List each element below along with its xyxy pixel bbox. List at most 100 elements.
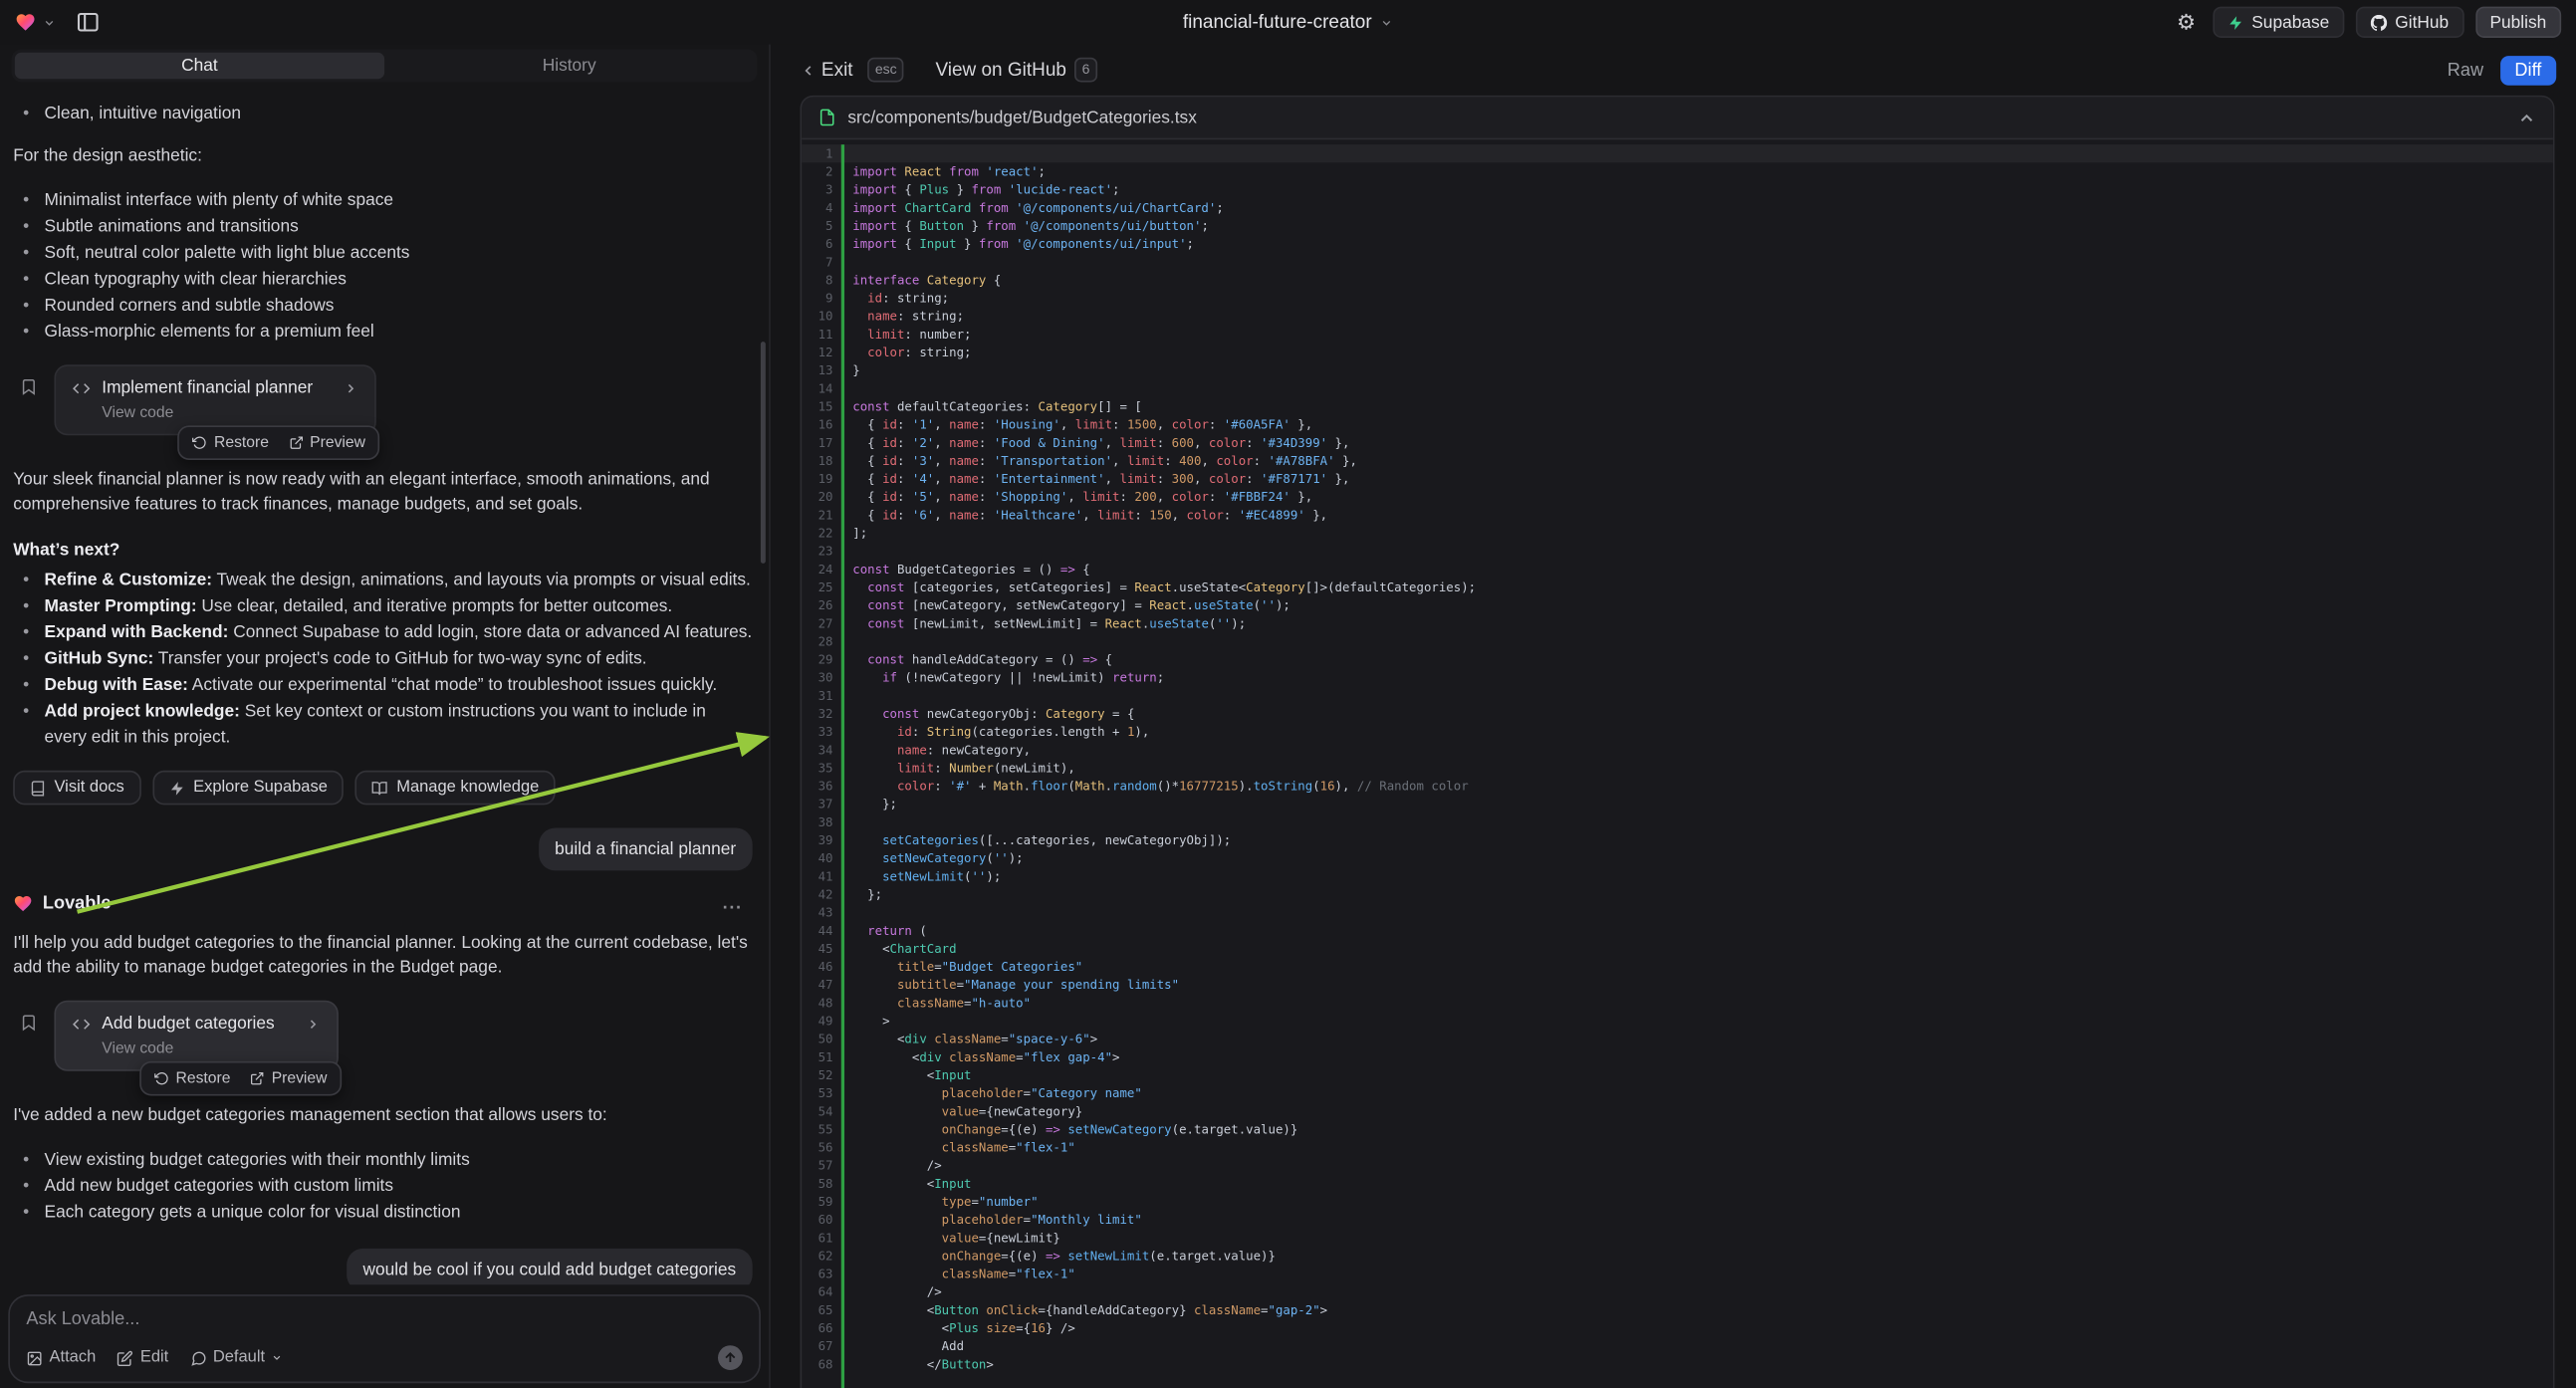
code-line: 27 const [newLimit, setNewLimit] = React… xyxy=(802,614,2553,632)
line-number: 43 xyxy=(802,903,832,921)
code-text: placeholder="Monthly limit" xyxy=(852,1211,1142,1229)
supabase-button[interactable]: Supabase xyxy=(2213,7,2344,38)
code-line: 4 import ChartCard from '@/components/ui/… xyxy=(802,199,2553,217)
line-number: 18 xyxy=(802,452,832,470)
line-number: 16 xyxy=(802,415,832,433)
chat-heading: What’s next? xyxy=(13,541,752,561)
line-number: 52 xyxy=(802,1066,832,1084)
code-text: onChange={(e) => setNewLimit(e.target.va… xyxy=(852,1247,1276,1265)
preview-button[interactable]: Preview xyxy=(240,1066,337,1091)
line-number: 37 xyxy=(802,796,832,813)
code-line: 36 color: '#' + Math.floor(Math.random()… xyxy=(802,777,2553,795)
code-line: 9 id: string; xyxy=(802,289,2553,307)
github-button[interactable]: GitHub xyxy=(2356,7,2463,38)
code-line: 23 xyxy=(802,542,2553,560)
quick-action-row: Visit docs Explore Supabase Manage knowled… xyxy=(13,771,752,806)
manage-knowledge-button[interactable]: Manage knowledge xyxy=(355,771,556,806)
explore-supabase-button[interactable]: Explore Supabase xyxy=(152,771,345,806)
edit-label: Edit xyxy=(140,1349,168,1367)
list-item: Clean, intuitive navigation xyxy=(13,101,752,126)
composer[interactable]: Ask Lovable... Attach Edit xyxy=(8,1294,761,1383)
list-item: Soft, neutral color palette with light b… xyxy=(13,240,752,266)
code-line: 68 </Button> xyxy=(802,1355,2553,1373)
file-header[interactable]: src/components/budget/BudgetCategories.t… xyxy=(802,97,2553,139)
code-line: 33 id: String(categories.length + 1), xyxy=(802,723,2553,741)
esc-shortcut-badge: esc xyxy=(867,58,904,81)
code-line: 25 const [categories, setCategories] = R… xyxy=(802,578,2553,596)
code-line: 15const defaultCategories: Category[] = … xyxy=(802,397,2553,415)
more-options-button[interactable]: ... xyxy=(723,894,743,912)
line-number: 8 xyxy=(802,271,832,289)
send-button[interactable] xyxy=(718,1345,743,1370)
code-text: } xyxy=(852,361,859,379)
line-number: 14 xyxy=(802,379,832,397)
mode-select[interactable]: Default xyxy=(190,1349,284,1367)
code-line: 17 { id: '2', name: 'Food & Dining', lim… xyxy=(802,434,2553,452)
bullet-list: Minimalist interface with plenty of whit… xyxy=(13,187,752,345)
code-icon xyxy=(73,1015,91,1033)
knowledge-icon xyxy=(371,780,387,796)
sidebar-toggle-icon[interactable] xyxy=(76,10,101,35)
view-code-link: View code xyxy=(73,404,359,422)
code-text: id: string; xyxy=(852,289,949,307)
publish-label: Publish xyxy=(2489,12,2546,32)
preview-label: Preview xyxy=(310,434,365,452)
visit-docs-button[interactable]: Visit docs xyxy=(13,771,140,806)
line-number: 36 xyxy=(802,777,832,795)
workspace-menu[interactable] xyxy=(15,12,56,33)
code-text: const [newCategory, setNewCategory] = Re… xyxy=(852,596,1290,614)
code-text: import ChartCard from '@/components/ui/C… xyxy=(852,199,1224,217)
line-number: 61 xyxy=(802,1229,832,1247)
code-text: { id: '1', name: 'Housing', limit: 1500,… xyxy=(852,415,1312,433)
tool-card-wrap: Add budget categoriesView codeRestorePre… xyxy=(54,1001,339,1071)
edit-button[interactable]: Edit xyxy=(117,1349,169,1367)
code-line: 48 className="h-auto" xyxy=(802,994,2553,1012)
code-text: const handleAddCategory = () => { xyxy=(852,650,1112,668)
mode-label: Default xyxy=(213,1349,265,1367)
assistant-name: Lovable xyxy=(43,894,112,914)
tool-card-title: Add budget categories xyxy=(102,1014,274,1034)
line-number: 9 xyxy=(802,289,832,307)
collapse-file-icon[interactable] xyxy=(2517,108,2537,127)
restore-button[interactable]: Restore xyxy=(183,430,279,455)
tab-chat[interactable]: Chat xyxy=(15,53,384,79)
arrow-up-icon xyxy=(723,1350,738,1365)
line-number: 31 xyxy=(802,687,832,705)
line-number: 2 xyxy=(802,162,832,180)
bullet-list: Clean, intuitive navigation xyxy=(13,101,752,126)
preview-button[interactable]: Preview xyxy=(279,430,375,455)
line-number: 4 xyxy=(802,199,832,217)
publish-button[interactable]: Publish xyxy=(2475,7,2562,38)
chat-scrollbar[interactable] xyxy=(761,342,766,564)
diff-added-bar xyxy=(841,144,844,1388)
code-editor[interactable]: 12import React from 'react';3import { Pl… xyxy=(802,139,2553,1388)
settings-gear-icon[interactable]: ⚙ xyxy=(2177,12,2196,33)
view-on-github-link[interactable]: View on GitHub 6 xyxy=(935,58,1096,81)
line-number: 12 xyxy=(802,344,832,361)
preview-label: Preview xyxy=(272,1069,328,1087)
code-text: }; xyxy=(852,796,897,813)
code-file-card: src/components/budget/BudgetCategories.t… xyxy=(800,96,2554,1388)
code-text: }; xyxy=(852,885,882,903)
chat-input[interactable]: Ask Lovable... xyxy=(26,1309,742,1329)
chat-scroll-area[interactable]: Clean, intuitive navigationFor the desig… xyxy=(0,87,769,1284)
code-text: const [newLimit, setNewLimit] = React.us… xyxy=(852,614,1246,632)
attach-button[interactable]: Attach xyxy=(26,1349,96,1367)
line-number: 59 xyxy=(802,1193,832,1211)
list-item: Subtle animations and transitions xyxy=(13,213,752,239)
diff-view-button[interactable]: Diff xyxy=(2500,55,2557,85)
chevron-down-icon xyxy=(43,16,56,29)
chevron-down-icon xyxy=(272,1352,284,1364)
exit-button[interactable]: Exit xyxy=(800,60,852,80)
project-switcher[interactable]: financial-future-creator xyxy=(1183,12,1393,32)
code-text: { id: '2', name: 'Food & Dining', limit:… xyxy=(852,434,1349,452)
list-item: Debug with Ease: Activate our experiment… xyxy=(13,672,752,698)
code-line: 28 xyxy=(802,632,2553,650)
tab-history[interactable]: History xyxy=(384,53,754,79)
restore-button[interactable]: Restore xyxy=(144,1066,240,1091)
raw-view-button[interactable]: Raw xyxy=(2448,60,2483,80)
chevron-left-icon xyxy=(800,62,816,78)
file-path: src/components/budget/BudgetCategories.t… xyxy=(847,108,1197,127)
code-line: 56 className="flex-1" xyxy=(802,1138,2553,1156)
code-line: 6import { Input } from '@/components/ui/… xyxy=(802,235,2553,253)
